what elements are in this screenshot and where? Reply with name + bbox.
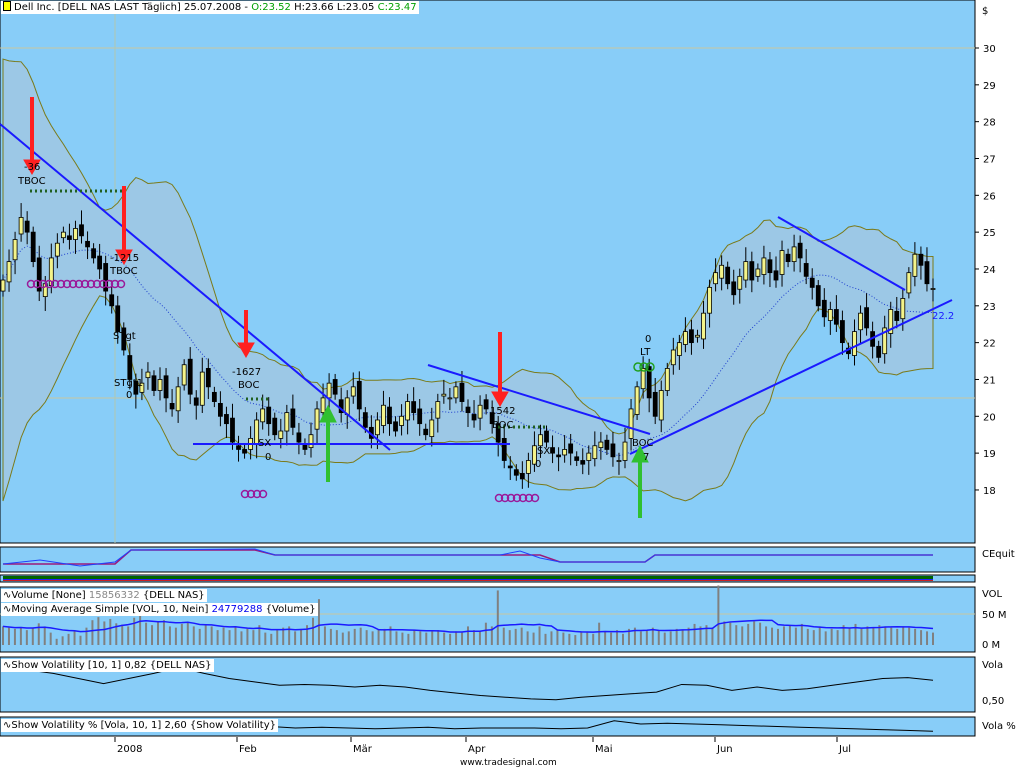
price-tick-label: 22 bbox=[983, 339, 996, 350]
label-sx: SX bbox=[258, 438, 271, 449]
vol-50m-label: 50 M bbox=[982, 610, 1007, 621]
strip-red bbox=[3, 580, 933, 581]
label-stgt1: STgt1 bbox=[114, 378, 143, 389]
label-boc: BOC bbox=[238, 380, 260, 391]
price-tick-label: 20 bbox=[983, 412, 996, 423]
label-zero: 0 bbox=[126, 390, 132, 401]
price-tick-label: 19 bbox=[983, 449, 996, 460]
symbol-title: Dell Inc. [DELL NAS LAST Täglich] 25.07.… bbox=[14, 2, 249, 13]
legend-name: Moving Average Simple [VOL, 10, Nein] bbox=[11, 604, 209, 615]
label-zero: 0 bbox=[645, 334, 651, 345]
month-label: Mär bbox=[353, 744, 373, 755]
label-boc: BOC bbox=[492, 420, 514, 431]
candle bbox=[634, 381, 640, 420]
volatility-pct-legend[interactable]: ∿Show Volatility % [Vola, 10, 1] 2,60 {S… bbox=[1, 719, 278, 732]
strip-green bbox=[3, 576, 933, 579]
legend-value: 15856332 bbox=[88, 590, 140, 601]
label-zero: 0 bbox=[535, 459, 541, 470]
vola-axis-label: Vola bbox=[982, 660, 1003, 671]
legend-name: Show Volatility [10, 1] 0,82 {DELL NAS} bbox=[11, 660, 212, 671]
month-label: Jul bbox=[838, 744, 851, 755]
price-tick-label: 25 bbox=[983, 228, 996, 239]
month-label: Feb bbox=[239, 744, 257, 755]
label-n1542: 1542 bbox=[490, 406, 515, 417]
label-n1215: -1215 bbox=[110, 253, 139, 264]
price-tick-label: 24 bbox=[983, 265, 996, 276]
vol-0m-label: 0 M bbox=[982, 640, 1000, 651]
chart-header: Dell Inc. [DELL NAS LAST Täglich] 25.07.… bbox=[1, 1, 419, 14]
low-value: L:23.05 bbox=[336, 2, 375, 13]
label-zero: 0 bbox=[265, 452, 271, 463]
chart-canvas: -36 TBOC -1215 TBOC STgt STgt1 0 -1627 B… bbox=[0, 0, 1016, 768]
currency-label: $ bbox=[982, 6, 988, 17]
label-tboc: TBOC bbox=[109, 266, 138, 277]
price-tick-label: 21 bbox=[983, 375, 996, 386]
high-value: H:23.66 bbox=[294, 2, 334, 13]
label-n1627: -1627 bbox=[232, 367, 261, 378]
vol-axis-label: VOL bbox=[982, 589, 1003, 600]
label-sx: SX bbox=[537, 446, 550, 457]
close-value: C:23.47 bbox=[377, 2, 417, 13]
footer-credit: www.tradesignal.com bbox=[460, 758, 557, 768]
legend-name: Volume [None] bbox=[11, 590, 86, 601]
legend-value: 24779288 bbox=[211, 604, 263, 615]
month-label: Jun bbox=[716, 744, 733, 755]
vola-050-label: 0,50 bbox=[982, 696, 1004, 707]
label-tboc: TBOC bbox=[17, 176, 46, 187]
price-tick-label: 27 bbox=[983, 154, 996, 165]
vola-pct-axis-label: Vola % bbox=[982, 721, 1016, 732]
cequity-label: CEquit bbox=[982, 549, 1015, 560]
month-label: Mai bbox=[595, 744, 613, 755]
price-tick-label: 28 bbox=[983, 118, 996, 129]
label-n7: 7 bbox=[643, 452, 649, 463]
candle bbox=[30, 226, 36, 268]
price-tick-label: 30 bbox=[983, 44, 996, 55]
month-label: 2008 bbox=[117, 744, 142, 755]
price-axis: $ 30 29 28 27 26 25 24 23 22 21 20 19 18 bbox=[975, 6, 996, 497]
ma-legend[interactable]: ∿Moving Average Simple [VOL, 10, Nein] 2… bbox=[1, 603, 318, 616]
symbol-icon bbox=[3, 1, 11, 11]
open-value: O:23.52 bbox=[251, 2, 291, 13]
label-n36: -36 bbox=[24, 162, 40, 173]
volatility-legend[interactable]: ∿Show Volatility [10, 1] 0,82 {DELL NAS} bbox=[1, 659, 214, 672]
label-stgt: STgt bbox=[113, 331, 136, 342]
trendline-value: 22.2 bbox=[932, 311, 954, 322]
month-label: Apr bbox=[468, 744, 486, 755]
price-tick-label: 26 bbox=[983, 191, 996, 202]
price-tick-label: 18 bbox=[983, 486, 996, 497]
price-tick-label: 29 bbox=[983, 81, 996, 92]
legend-source: {DELL NAS} bbox=[142, 590, 205, 601]
volume-legend[interactable]: ∿Volume [None] 15856332 {DELL NAS} bbox=[1, 589, 207, 602]
strip-blue bbox=[3, 579, 933, 580]
price-tick-label: 23 bbox=[983, 302, 996, 313]
legend-name: Show Volatility % [Vola, 10, 1] 2,60 {Sh… bbox=[11, 720, 276, 731]
legend-source: {Volume} bbox=[265, 604, 316, 615]
label-boc: BOC bbox=[632, 438, 654, 449]
time-axis: 2008 Feb Mär Apr Mai Jun Jul bbox=[114, 737, 851, 755]
label-lt: LT bbox=[640, 347, 651, 358]
